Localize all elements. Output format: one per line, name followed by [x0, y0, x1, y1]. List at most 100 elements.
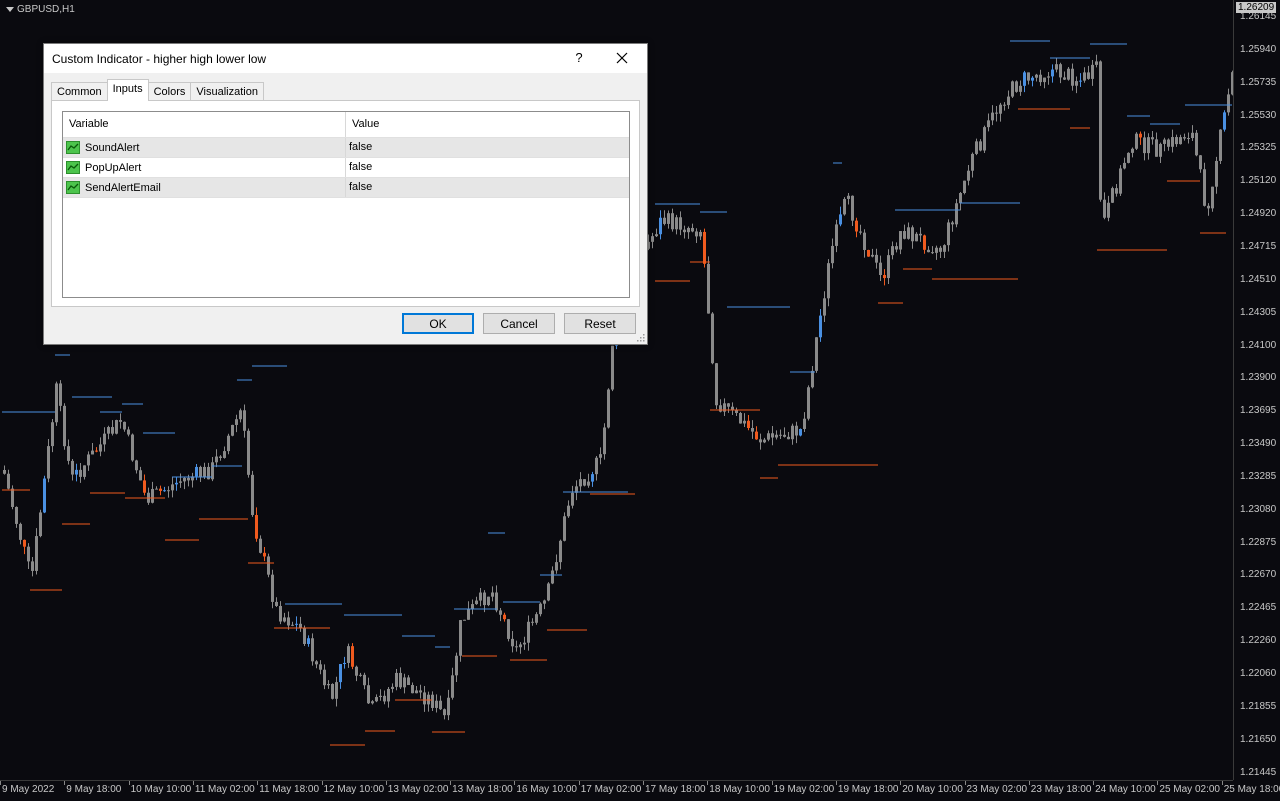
- variable-cell[interactable]: PopUpAlert: [63, 158, 346, 177]
- time-tick-label: 13 May 18:00: [452, 784, 513, 795]
- ok-button[interactable]: OK: [402, 313, 474, 334]
- candle-body: [447, 697, 450, 716]
- candle-body: [1187, 138, 1190, 140]
- candle-body: [171, 484, 174, 491]
- time-tick-label: 23 May 18:00: [1030, 784, 1092, 795]
- candle-body: [543, 600, 546, 604]
- candle-body: [475, 600, 478, 605]
- candle-body: [1015, 81, 1018, 92]
- candle-body: [727, 403, 730, 407]
- candle-body: [683, 229, 686, 233]
- candle-body: [1199, 155, 1202, 170]
- candle-body: [1059, 64, 1062, 78]
- grid-header: Variable Value: [63, 112, 629, 138]
- tab-common[interactable]: Common: [51, 82, 108, 101]
- candle-body: [715, 363, 718, 406]
- close-button[interactable]: [610, 47, 634, 69]
- candle-body: [95, 450, 98, 452]
- value-cell[interactable]: false: [346, 158, 372, 177]
- tab-colors[interactable]: Colors: [147, 82, 192, 101]
- candle-body: [547, 583, 550, 601]
- candle-body: [859, 231, 862, 233]
- time-tick-label: 9 May 2022: [2, 784, 55, 795]
- time-axis[interactable]: 9 May 2022 9 May 18:00 10 May 10:00 11 May …: [0, 780, 1280, 801]
- resize-grip-icon[interactable]: [637, 334, 645, 342]
- price-tick-label: 1.23285: [1240, 470, 1277, 482]
- candle-body: [115, 420, 118, 434]
- tab-inputs[interactable]: Inputs: [106, 79, 149, 101]
- candle-body: [63, 405, 66, 447]
- candle-body: [671, 213, 674, 230]
- candle-body: [1003, 104, 1006, 106]
- candle-body: [275, 601, 278, 606]
- inputs-panel: Variable Value SoundAlert false PopUpAle…: [51, 100, 640, 307]
- candle-body: [59, 383, 62, 406]
- candle-body: [459, 620, 462, 656]
- candle-body: [1043, 77, 1046, 83]
- candle-body: [1171, 137, 1174, 147]
- candle-body: [367, 685, 370, 704]
- value-cell[interactable]: false: [346, 178, 372, 197]
- custom-indicator-dialog: Custom Indicator - higher high lower low…: [43, 43, 648, 345]
- candle-body: [1139, 133, 1142, 138]
- column-header-variable[interactable]: Variable: [63, 112, 346, 137]
- candle-body: [907, 227, 910, 239]
- candle-body: [331, 684, 334, 699]
- candle-body: [119, 420, 122, 422]
- candle-body: [755, 431, 758, 440]
- variable-name: PopUpAlert: [85, 161, 142, 174]
- tab-visualization[interactable]: Visualization: [190, 82, 264, 101]
- candle-body: [75, 469, 78, 475]
- time-tick-label: 18 May 10:00: [709, 784, 770, 795]
- price-tick-label: 1.24715: [1240, 240, 1277, 252]
- price-tick-label: 1.21855: [1240, 700, 1277, 712]
- candle-body: [1087, 72, 1090, 79]
- variable-cell[interactable]: SoundAlert: [63, 138, 346, 157]
- candle-body: [1203, 169, 1206, 206]
- variable-cell[interactable]: SendAlertEmail: [63, 178, 346, 197]
- dialog-titlebar[interactable]: Custom Indicator - higher high lower low…: [44, 44, 647, 73]
- candle-body: [851, 195, 854, 221]
- table-row[interactable]: PopUpAlert false: [63, 158, 629, 178]
- candle-body: [879, 262, 882, 276]
- value-cell[interactable]: false: [346, 138, 372, 157]
- column-header-value[interactable]: Value: [346, 112, 379, 137]
- variable-name: SendAlertEmail: [85, 181, 161, 194]
- candle-body: [91, 450, 94, 455]
- candle-body: [811, 370, 814, 388]
- candle-body: [343, 662, 346, 665]
- candle-body: [531, 621, 534, 623]
- candle-body: [239, 410, 242, 420]
- candle-body: [519, 644, 522, 648]
- dialog-title: Custom Indicator - higher high lower low: [52, 52, 267, 66]
- candle-body: [111, 427, 114, 434]
- candle-body: [251, 474, 254, 516]
- candle-body: [31, 561, 34, 571]
- cancel-button[interactable]: Cancel: [483, 313, 555, 334]
- candle-body: [1091, 64, 1094, 79]
- candle-body: [1215, 160, 1218, 187]
- candle-body: [975, 141, 978, 154]
- reset-button[interactable]: Reset: [564, 313, 636, 334]
- candle-body: [175, 482, 178, 485]
- candle-body: [711, 313, 714, 364]
- candle-body: [323, 669, 326, 686]
- candle-body: [759, 439, 762, 443]
- candle-body: [419, 690, 422, 693]
- candle-body: [1111, 188, 1114, 203]
- help-button[interactable]: ?: [569, 48, 589, 68]
- table-row[interactable]: SendAlertEmail false: [63, 178, 629, 198]
- price-axis[interactable]: 1.26209 1.26145 1.25940 1.25735 1.25530 1.25…: [1233, 0, 1280, 780]
- candle-body: [707, 263, 710, 314]
- candle-body: [911, 227, 914, 242]
- table-row[interactable]: SoundAlert false: [63, 138, 629, 158]
- candle-body: [551, 570, 554, 584]
- candle-body: [791, 425, 794, 440]
- candle-body: [795, 425, 798, 436]
- candle-body: [915, 233, 918, 242]
- dropdown-triangle-icon[interactable]: [6, 7, 14, 12]
- candle-body: [739, 413, 742, 424]
- candle-body: [1055, 64, 1058, 70]
- candle-body: [883, 275, 886, 279]
- candle-body: [703, 231, 706, 264]
